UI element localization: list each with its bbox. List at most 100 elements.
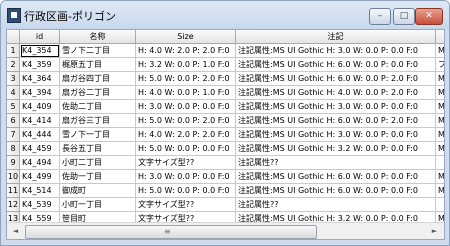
table-row[interactable]: 1 K4_354 雪ノ下二丁目 H: 4.0 W: 2.0 P: 2.0 F:0 注記属… <box>7 44 444 58</box>
cell-name[interactable]: 小町二丁目 <box>60 156 136 170</box>
cell-id[interactable]: K4_514 <box>20 184 60 198</box>
cell-name[interactable]: 小町一丁目 <box>60 198 136 212</box>
table-row[interactable]: 2 K4_359 梶原五丁目 H: 3.2 W: 0.0 P: 1.0 F:0 注記属性… <box>7 58 444 72</box>
cell-name[interactable]: 佐助一丁目 <box>60 170 136 184</box>
cell-id[interactable]: K4_499 <box>20 170 60 184</box>
column-header-size[interactable]: Size <box>136 30 236 44</box>
row-number[interactable]: 3 <box>7 72 20 86</box>
cell-size[interactable]: H: 5.0 W: 0.0 P: 2.0 F:0 <box>136 114 236 128</box>
cell-size[interactable]: H: 4.0 W: 2.0 P: 2.0 F:0 <box>136 44 236 58</box>
cell-note[interactable]: 注記属性:MS UI Gothic H: 3.2 W: 0.0 P: 0.0 F… <box>236 212 436 222</box>
row-number[interactable]: 9 <box>7 156 20 170</box>
cell-note[interactable]: 注記属性:MS UI Gothic H: 4.0 W: 0.0 P: 2.0 F… <box>236 86 436 100</box>
cell-note[interactable]: 注記属性:MS UI Gothic H: 3.0 W: 0.0 P: 0.0 F… <box>236 100 436 114</box>
cell-extra[interactable]: M <box>436 212 444 222</box>
cell-name[interactable]: 笹目町 <box>60 212 136 222</box>
column-header-id[interactable]: id <box>20 30 60 44</box>
table-row[interactable]: 7 K4_444 雪ノ下一丁目 H: 4.0 W: 2.0 P: 2.0 F:0 注記属… <box>7 128 444 142</box>
cell-extra[interactable]: M <box>436 72 444 86</box>
cell-name[interactable]: 御成町 <box>60 184 136 198</box>
table-row[interactable]: 5 K4_409 佐助二丁目 H: 3.0 W: 0.0 P: 0.0 F:0 注記属性… <box>7 100 444 114</box>
cell-extra[interactable]: M <box>436 100 444 114</box>
cell-name[interactable]: 長谷五丁目 <box>60 142 136 156</box>
cell-name[interactable]: 雪ノ下一丁目 <box>60 128 136 142</box>
cell-name[interactable]: 雪ノ下二丁目 <box>60 44 136 58</box>
cell-size[interactable]: 文字サイズ型?? <box>136 198 236 212</box>
maximize-button[interactable]: □ <box>393 8 415 25</box>
cell-extra[interactable] <box>436 198 444 212</box>
cell-id[interactable]: K4_494 <box>20 156 60 170</box>
cell-note[interactable]: 注記属性:MS UI Gothic H: 3.0 W: 0.0 P: 0.0 F… <box>236 44 436 58</box>
row-number[interactable]: 7 <box>7 128 20 142</box>
table-row[interactable]: 9 K4_494 小町二丁目 文字サイズ型?? 注記属性?? <box>7 156 444 170</box>
cell-size[interactable]: 文字サイズ型?? <box>136 212 236 222</box>
cell-name[interactable]: 扇ガ谷四丁目 <box>60 72 136 86</box>
scrollbar-thumb[interactable]: ≡ <box>25 225 317 239</box>
row-number[interactable]: 5 <box>7 100 20 114</box>
cell-id[interactable]: K4_364 <box>20 72 60 86</box>
cell-note[interactable]: 注記属性?? <box>236 156 436 170</box>
row-number[interactable]: 6 <box>7 114 20 128</box>
cell-size[interactable]: H: 4.0 W: 0.0 P: 1.0 F:0 <box>136 86 236 100</box>
cell-note[interactable]: 注記属性:MS UI Gothic H: 3.0 W: 0.0 P: 0.0 F… <box>236 128 436 142</box>
cell-id[interactable]: K4_409 <box>20 100 60 114</box>
cell-note[interactable]: 注記属性:MS UI Gothic H: 6.0 W: 0.0 P: 2.0 F… <box>236 72 436 86</box>
cell-id[interactable]: K4_354 <box>20 44 60 58</box>
cell-extra[interactable]: M <box>436 184 444 198</box>
row-number[interactable]: 1 <box>7 44 20 58</box>
cell-note[interactable]: 注記属性:MS UI Gothic H: 3.2 W: 0.0 P: 0.0 F… <box>236 142 436 156</box>
table-row[interactable]: 6 K4_414 扇ガ谷三丁目 H: 5.0 W: 0.0 P: 2.0 F:0 注記属… <box>7 114 444 128</box>
cell-note[interactable]: 注記属性:MS UI Gothic H: 6.0 W: 0.0 P: 0.0 F… <box>236 58 436 72</box>
column-header-note[interactable]: 注記 <box>236 30 436 44</box>
table-row[interactable]: 3 K4_364 扇ガ谷四丁目 H: 5.0 W: 0.0 P: 2.0 F:0 注記属… <box>7 72 444 86</box>
cell-note[interactable]: 注記属性:MS UI Gothic H: 6.0 W: 0.0 P: 2.0 F… <box>236 114 436 128</box>
row-number[interactable]: 2 <box>7 58 20 72</box>
cell-size[interactable]: H: 4.0 W: 2.0 P: 2.0 F:0 <box>136 128 236 142</box>
horizontal-scrollbar[interactable]: ◄ ≡ ► <box>7 222 444 239</box>
cell-id[interactable]: K4_559 <box>20 212 60 222</box>
row-number[interactable]: 8 <box>7 142 20 156</box>
close-button[interactable]: ✕ <box>415 8 443 25</box>
cell-extra[interactable]: M <box>436 142 444 156</box>
cell-extra[interactable]: M <box>436 170 444 184</box>
cell-extra[interactable]: M <box>436 114 444 128</box>
row-number[interactable]: 13 <box>7 212 20 222</box>
scroll-right-icon[interactable]: ► <box>427 224 442 239</box>
cell-id[interactable]: K4_539 <box>20 198 60 212</box>
cell-name[interactable]: 佐助二丁目 <box>60 100 136 114</box>
column-header-name[interactable]: 名称 <box>60 30 136 44</box>
cell-note[interactable]: 注記属性:MS UI Gothic H: 6.0 W: 0.0 P: 0.0 F… <box>236 184 436 198</box>
cell-note[interactable]: 注記属性?? <box>236 198 436 212</box>
cell-id[interactable]: K4_359 <box>20 58 60 72</box>
row-number[interactable]: 12 <box>7 198 20 212</box>
cell-extra[interactable]: フ <box>436 58 444 72</box>
table-row[interactable]: 4 K4_394 扇ガ谷二丁目 H: 4.0 W: 0.0 P: 1.0 F:0 注記属… <box>7 86 444 100</box>
cell-name[interactable]: 扇ガ谷二丁目 <box>60 86 136 100</box>
corner-cell[interactable] <box>7 30 20 44</box>
column-header-next[interactable] <box>436 30 444 44</box>
cell-size[interactable]: H: 3.2 W: 0.0 P: 1.0 F:0 <box>136 58 236 72</box>
table-row[interactable]: 11 K4_514 御成町 H: 5.0 W: 0.0 P: 0.0 F:0 注記属性:… <box>7 184 444 198</box>
cell-size[interactable]: H: 5.0 W: 0.0 P: 0.0 F:0 <box>136 184 236 198</box>
scroll-left-icon[interactable]: ◄ <box>8 224 23 239</box>
table-row[interactable]: 13 K4_559 笹目町 文字サイズ型?? 注記属性:MS UI Gothic H: … <box>7 212 444 222</box>
minimize-button[interactable]: – <box>369 8 391 25</box>
cell-id[interactable]: K4_444 <box>20 128 60 142</box>
cell-extra[interactable]: M <box>436 86 444 100</box>
cell-extra[interactable]: M <box>436 128 444 142</box>
row-number[interactable]: 4 <box>7 86 20 100</box>
cell-extra[interactable]: M <box>436 44 444 58</box>
cell-id[interactable]: K4_394 <box>20 86 60 100</box>
cell-id[interactable]: K4_459 <box>20 142 60 156</box>
cell-name[interactable]: 扇ガ谷三丁目 <box>60 114 136 128</box>
table-row[interactable]: 10 K4_499 佐助一丁目 H: 3.0 W: 0.0 P: 0.0 F:0 注記属… <box>7 170 444 184</box>
cell-size[interactable]: 文字サイズ型?? <box>136 156 236 170</box>
cell-name[interactable]: 梶原五丁目 <box>60 58 136 72</box>
cell-size[interactable]: H: 5.0 W: 0.0 P: 2.0 F:0 <box>136 72 236 86</box>
row-number[interactable]: 10 <box>7 170 20 184</box>
cell-id[interactable]: K4_414 <box>20 114 60 128</box>
cell-size[interactable]: H: 5.0 W: 0.0 P: 0.0 F:0 <box>136 142 236 156</box>
table-row[interactable]: 8 K4_459 長谷五丁目 H: 5.0 W: 0.0 P: 0.0 F:0 注記属性… <box>7 142 444 156</box>
row-number[interactable]: 11 <box>7 184 20 198</box>
cell-extra[interactable] <box>436 156 444 170</box>
